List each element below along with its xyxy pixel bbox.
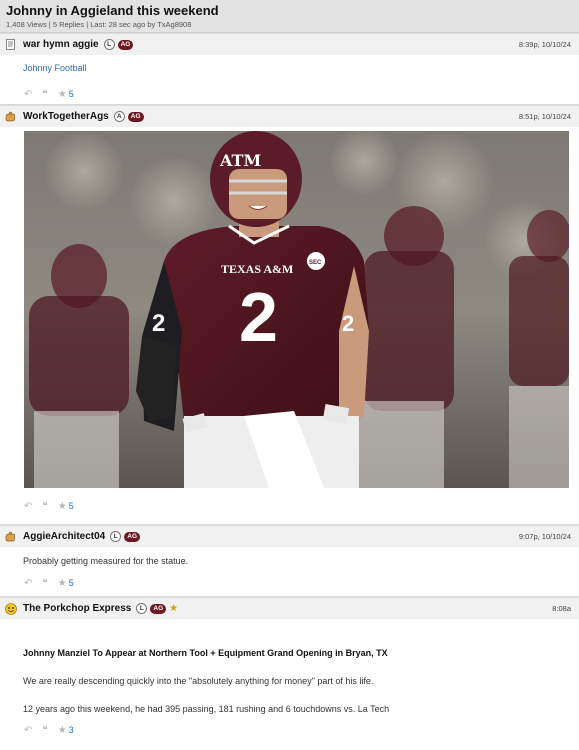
badge-ag: AG	[127, 111, 144, 122]
badge-l: L	[110, 531, 122, 542]
quote-icon[interactable]: ❝	[42, 725, 47, 736]
quote-icon[interactable]: ❝	[42, 578, 47, 589]
post-timestamp[interactable]: 8:08a	[552, 604, 571, 613]
post-actions: ↶ ❝ ★ 5	[0, 495, 579, 517]
like-count: 3	[68, 725, 74, 735]
post-header: AggieArchitect04 L AG 9:07p, 10/10/24	[0, 525, 579, 547]
like-button[interactable]: ★ 5	[58, 89, 74, 100]
author-name[interactable]: AggieArchitect04	[23, 531, 105, 542]
reply-icon[interactable]: ↶	[24, 501, 32, 512]
svg-text:TEXAS A&M: TEXAS A&M	[221, 262, 293, 276]
like-button[interactable]: ★ 5	[58, 501, 74, 512]
star-icon: ★	[57, 88, 67, 100]
badge-ag: AG	[150, 603, 167, 614]
badge-ag: AG	[117, 39, 134, 50]
badge-ag: AG	[124, 531, 140, 542]
post-actions: ↶ ❝ ★ 3	[0, 719, 579, 741]
post-link[interactable]: Johnny Football	[23, 63, 87, 73]
document-icon[interactable]	[4, 38, 17, 51]
post-image[interactable]: ATM TEXAS A&M SEC 2 2 2	[24, 131, 569, 488]
badge-l: L	[103, 39, 115, 50]
svg-text:2: 2	[342, 311, 354, 336]
badge-a: A	[113, 111, 125, 122]
thread-title: Johnny in Aggieland this weekend	[6, 3, 219, 18]
author-name[interactable]: war hymn aggie	[23, 39, 99, 50]
post-actions: ↶ ❝ ★ 5	[0, 83, 579, 105]
author-name[interactable]: WorkTogetherAgs	[23, 111, 109, 122]
author-name[interactable]: The Porkchop Express	[23, 603, 131, 614]
article-title: Johnny Manziel To Appear at Northern Too…	[23, 648, 388, 658]
post-paragraph: We are really descending quickly into th…	[23, 676, 374, 686]
post-actions: ↶ ❝ ★ 5	[0, 572, 579, 594]
post-4: The Porkchop Express L AG ★ 8:08a Johnny…	[0, 597, 579, 750]
post-body: Johnny Football	[0, 55, 579, 75]
smiley-icon[interactable]	[4, 602, 17, 615]
reply-icon[interactable]: ↶	[24, 578, 32, 589]
quote-icon[interactable]: ❝	[42, 501, 47, 512]
reply-icon[interactable]: ↶	[24, 89, 32, 100]
svg-text:2: 2	[239, 278, 278, 356]
like-count: 5	[68, 501, 74, 511]
svg-text:SEC: SEC	[309, 260, 322, 266]
post-2: WorkTogetherAgs A AG 8:51p, 10/10/24 ATM…	[0, 105, 579, 525]
star-badge-icon: ★	[169, 602, 179, 614]
thread-header: Johnny in Aggieland this weekend 1,408 V…	[0, 0, 579, 33]
star-icon: ★	[57, 577, 67, 589]
post-timestamp[interactable]: 8:51p, 10/10/24	[519, 112, 571, 121]
like-count: 5	[68, 578, 74, 588]
post-timestamp[interactable]: 8:39p, 10/10/24	[519, 40, 571, 49]
hand-icon[interactable]	[4, 110, 17, 123]
star-icon: ★	[57, 724, 67, 736]
quote-icon[interactable]: ❝	[42, 89, 47, 100]
post-timestamp[interactable]: 9:07p, 10/10/24	[519, 532, 571, 541]
post-3: AggieArchitect04 L AG 9:07p, 10/10/24 Pr…	[0, 525, 579, 597]
like-button[interactable]: ★ 5	[58, 578, 74, 589]
svg-text:ATM: ATM	[219, 151, 261, 170]
like-button[interactable]: ★ 3	[58, 725, 74, 736]
badge-l: L	[136, 603, 148, 614]
like-count: 5	[68, 89, 74, 99]
post-header: The Porkchop Express L AG ★ 8:08a	[0, 597, 579, 619]
star-icon: ★	[57, 500, 67, 512]
post-body: Johnny Manziel To Appear at Northern Too…	[0, 619, 579, 716]
reply-icon[interactable]: ↶	[24, 725, 32, 736]
svg-text:2: 2	[152, 310, 165, 337]
post-paragraph: 12 years ago this weekend, he had 395 pa…	[23, 704, 390, 714]
post-header: WorkTogetherAgs A AG 8:51p, 10/10/24	[0, 105, 579, 127]
hand-icon[interactable]	[4, 530, 17, 543]
post-header: war hymn aggie L AG 8:39p, 10/10/24	[0, 33, 579, 55]
post-1: war hymn aggie L AG 8:39p, 10/10/24 John…	[0, 33, 579, 105]
post-body: Probably getting measured for the statue…	[23, 556, 189, 566]
thread-meta: 1,408 Views | 5 Replies | Last: 28 sec a…	[6, 20, 192, 29]
